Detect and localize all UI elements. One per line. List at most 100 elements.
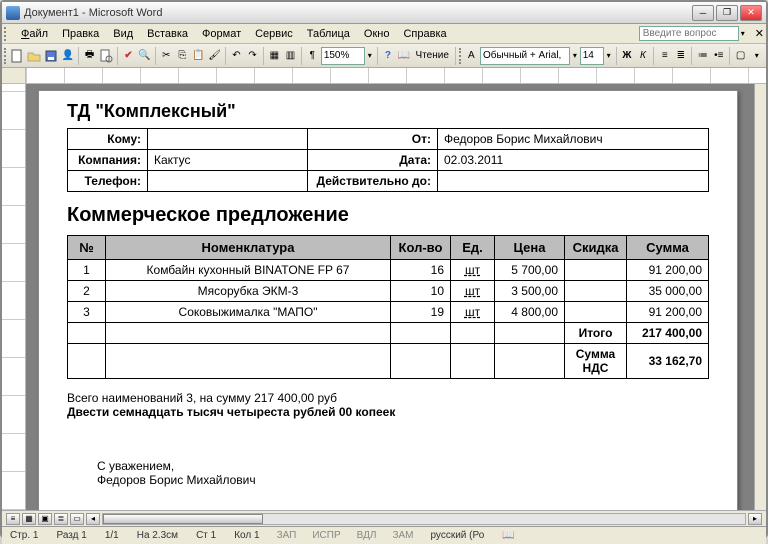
menu-help[interactable]: Справка <box>396 26 453 42</box>
restore-button[interactable]: ❐ <box>716 5 738 21</box>
col-unit: Ед. <box>451 236 495 260</box>
more-icon[interactable]: ▾ <box>749 46 764 66</box>
italic-icon[interactable]: К <box>635 46 650 66</box>
reading-label[interactable]: Чтение <box>413 50 452 61</box>
scroll-track[interactable] <box>102 513 746 525</box>
value-from: Федоров Борис Михайлович <box>438 129 709 150</box>
col-price: Цена <box>495 236 565 260</box>
label-phone: Телефон: <box>68 171 148 192</box>
horizontal-ruler[interactable] <box>2 68 766 84</box>
menu-format[interactable]: Формат <box>195 26 248 42</box>
table-row: 2 Мясорубка ЭКМ-3 10 шт 3 500,00 35 000,… <box>68 281 709 302</box>
view-outline-icon[interactable]: ≣ <box>54 513 68 525</box>
show-marks-icon[interactable]: ¶ <box>305 46 320 66</box>
value-company: Кактус <box>148 150 308 171</box>
status-rec[interactable]: ЗАП <box>274 530 300 541</box>
value-phone <box>148 171 308 192</box>
close-button[interactable]: ✕ <box>740 5 762 21</box>
scroll-thumb[interactable] <box>103 514 263 524</box>
status-line: Ст 1 <box>192 530 220 541</box>
doc-close-icon[interactable]: ✕ <box>755 27 764 40</box>
org-title: ТД "Комплексный" <box>67 101 709 122</box>
open-icon[interactable] <box>26 46 42 66</box>
align-center-icon[interactable]: ≣ <box>673 46 688 66</box>
bold-icon[interactable]: Ж <box>619 46 634 66</box>
menu-view[interactable]: Вид <box>106 26 140 42</box>
style-combo[interactable] <box>480 47 570 65</box>
format-painter-icon[interactable]: 🖌 <box>207 46 222 66</box>
spellcheck-icon[interactable]: ✔ <box>121 46 136 66</box>
table-row: 3 Соковыжималка "МАПО" 19 шт 4 800,00 91… <box>68 302 709 323</box>
status-trk[interactable]: ИСПР <box>309 530 343 541</box>
dropdown-icon[interactable]: ▾ <box>741 29 745 38</box>
bullets-icon[interactable]: •≡ <box>711 46 726 66</box>
regards: С уважением, <box>97 459 709 473</box>
vertical-ruler[interactable] <box>2 84 26 510</box>
vertical-scrollbar[interactable] <box>754 84 766 510</box>
toolbar-grip[interactable] <box>4 27 10 41</box>
zoom-combo[interactable] <box>321 47 365 65</box>
summary-words: Двести семнадцать тысяч четыреста рублей… <box>67 405 709 419</box>
preview-icon[interactable] <box>98 46 114 66</box>
columns-icon[interactable]: ▥ <box>283 46 298 66</box>
menubar: Файл Правка Вид Вставка Формат Сервис Та… <box>2 24 766 44</box>
print-icon[interactable]: 🖶 <box>82 46 97 66</box>
horizontal-scrollbar: ≡ ▦ ▣ ≣ ▭ ◂ ▸ <box>2 510 766 526</box>
undo-icon[interactable]: ↶ <box>229 46 244 66</box>
zoom-dropdown-icon[interactable]: ▾ <box>366 46 374 66</box>
menu-tools[interactable]: Сервис <box>248 26 300 42</box>
status-ovr[interactable]: ЗАМ <box>389 530 416 541</box>
status-section: Разд 1 <box>52 530 90 541</box>
fontsize-combo[interactable] <box>580 47 604 65</box>
toolbar-grip[interactable] <box>459 48 463 64</box>
borders-icon[interactable]: ▢ <box>733 46 748 66</box>
view-web-icon[interactable]: ▦ <box>22 513 36 525</box>
scroll-right-icon[interactable]: ▸ <box>748 513 762 525</box>
items-table: № Номенклатура Кол-во Ед. Цена Скидка Су… <box>67 235 709 379</box>
help-search-input[interactable] <box>639 26 739 41</box>
app-icon <box>6 6 20 20</box>
research-icon[interactable]: 🔍 <box>137 46 152 66</box>
toolbar-grip[interactable] <box>4 48 8 64</box>
scroll-left-icon[interactable]: ◂ <box>86 513 100 525</box>
menu-table[interactable]: Таблица <box>300 26 357 42</box>
window-title: Документ1 - Microsoft Word <box>24 7 692 19</box>
fontsize-dropdown-icon[interactable]: ▾ <box>605 46 613 66</box>
menu-window[interactable]: Окно <box>357 26 397 42</box>
cut-icon[interactable]: ✂ <box>159 46 174 66</box>
view-reading-icon[interactable]: ▭ <box>70 513 84 525</box>
status-lang[interactable]: русский (Ро <box>426 530 488 541</box>
redo-icon[interactable]: ↷ <box>245 46 260 66</box>
proposal-heading: Коммерческое предложение <box>67 204 709 227</box>
label-vat: Сумма НДС <box>565 344 627 379</box>
status-col: Кол 1 <box>230 530 263 541</box>
label-company: Компания: <box>68 150 148 171</box>
help-icon[interactable]: ? <box>380 46 395 66</box>
new-doc-icon[interactable] <box>9 46 25 66</box>
reading-layout-icon[interactable]: 📖 <box>396 46 411 66</box>
paste-icon[interactable]: 📋 <box>191 46 206 66</box>
menu-file[interactable]: Файл <box>14 26 55 42</box>
view-normal-icon[interactable]: ≡ <box>6 513 20 525</box>
copy-icon[interactable]: ⎘ <box>175 46 190 66</box>
view-print-icon[interactable]: ▣ <box>38 513 52 525</box>
status-ext[interactable]: ВДЛ <box>354 530 380 541</box>
vat-row: Сумма НДС 33 162,70 <box>68 344 709 379</box>
label-from: От: <box>308 129 438 150</box>
menu-insert[interactable]: Вставка <box>140 26 195 42</box>
col-no: № <box>68 236 106 260</box>
standard-toolbar: 👤 🖶 ✔ 🔍 ✂ ⎘ 📋 🖌 ↶ ↷ ▦ ▥ ¶ ▾ ? 📖 Чтение A… <box>2 44 766 68</box>
minimize-button[interactable]: ─ <box>692 5 714 21</box>
value-date: 02.03.2011 <box>438 150 709 171</box>
save-icon[interactable] <box>43 46 59 66</box>
tables-icon[interactable]: ▦ <box>267 46 282 66</box>
status-spell-icon[interactable]: 📖 <box>498 530 518 541</box>
style-dropdown-icon[interactable]: ▾ <box>571 46 579 66</box>
numbering-icon[interactable]: ≔ <box>695 46 710 66</box>
styles-icon[interactable]: A <box>464 46 479 66</box>
status-pages: 1/1 <box>101 530 123 541</box>
menu-edit[interactable]: Правка <box>55 26 106 42</box>
permissions-icon[interactable]: 👤 <box>60 46 75 66</box>
align-left-icon[interactable]: ≡ <box>657 46 672 66</box>
document-area[interactable]: ТД "Комплексный" Кому: От: Федоров Борис… <box>26 84 754 510</box>
